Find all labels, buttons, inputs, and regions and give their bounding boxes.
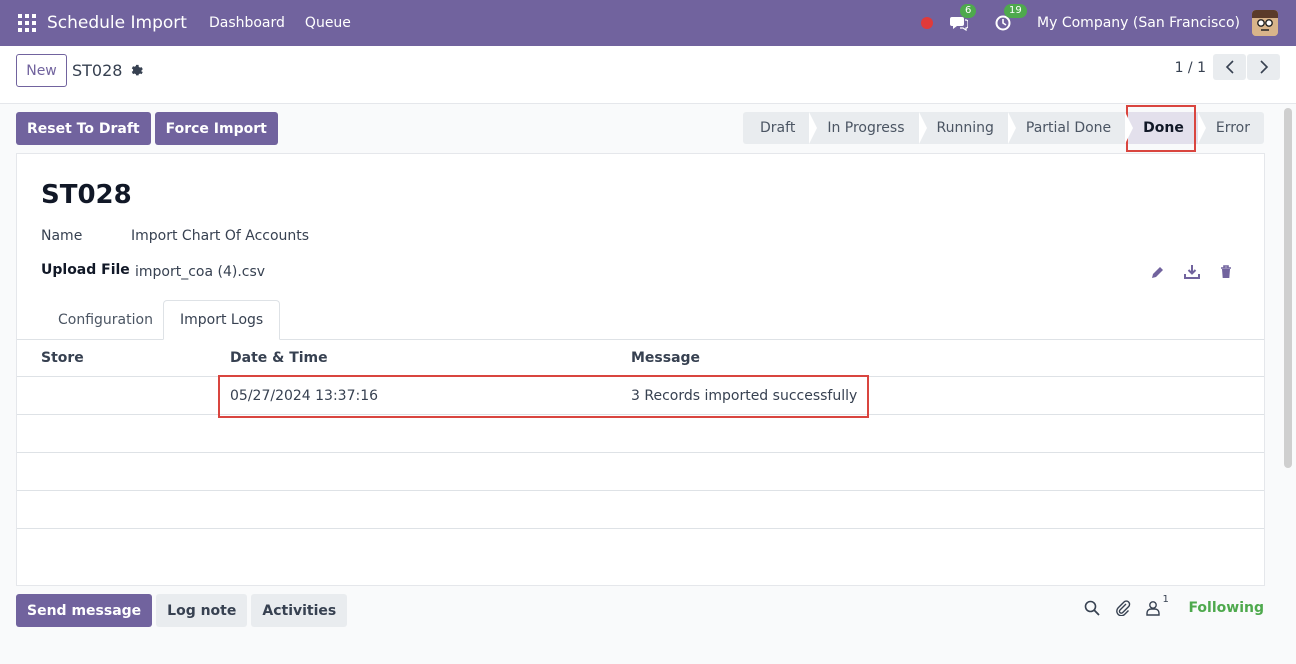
chatter-topbar: Send message Log note Activities (16, 594, 351, 627)
avatar-face-icon (1252, 10, 1278, 36)
log-note-button[interactable]: Log note (156, 594, 248, 627)
upload-file-name[interactable]: import_coa (4).csv (135, 264, 265, 280)
top-navbar: Schedule Import Dashboard Queue 6 19 My … (0, 0, 1296, 46)
followers-count: 1 (1162, 594, 1169, 605)
new-button[interactable]: New (16, 54, 67, 87)
menu-dashboard[interactable]: Dashboard (209, 15, 285, 31)
stage-draft[interactable]: Draft (743, 112, 818, 144)
page-scrollbar[interactable] (1284, 108, 1292, 468)
activities-badge: 19 (1004, 4, 1027, 18)
stage-in-progress[interactable]: In Progress (809, 112, 927, 144)
apps-grid-icon[interactable] (18, 14, 36, 32)
table-row-empty (17, 415, 1264, 453)
stage-partial-done[interactable]: Partial Done (1008, 112, 1134, 144)
activities-button[interactable]: 19 (993, 4, 1027, 33)
nav-menu: Dashboard Queue (209, 15, 371, 31)
column-message[interactable]: Message (631, 340, 700, 376)
download-icon[interactable] (1184, 264, 1200, 280)
breadcrumb-current: ST028 (72, 61, 123, 80)
import-logs-table: Store Date & Time Message 05/27/2024 13:… (17, 340, 1264, 529)
name-field[interactable]: Import Chart Of Accounts (131, 228, 309, 244)
table-row-empty (17, 453, 1264, 491)
record-indicator-icon[interactable] (921, 17, 934, 29)
file-actions (1132, 264, 1234, 280)
trash-icon[interactable] (1218, 264, 1234, 280)
gear-icon[interactable] (129, 64, 144, 78)
form-sheet: ST028 Name Import Chart Of Accounts Uplo… (16, 153, 1265, 586)
messages-badge: 6 (960, 4, 977, 18)
control-panel: New ST028 1 / 1 (0, 46, 1296, 104)
search-icon[interactable] (1084, 600, 1101, 616)
upload-file-label: Upload File (41, 262, 130, 278)
pager-previous-button[interactable] (1213, 54, 1246, 80)
activities-button-chatter[interactable]: Activities (251, 594, 348, 627)
chevron-left-icon (1225, 60, 1234, 74)
form-action-bar: Reset To Draft Force Import (16, 112, 282, 145)
paperclip-icon[interactable] (1115, 600, 1131, 617)
systray: 6 19 My Company (San Francisco) (921, 0, 1296, 46)
done-stage-highlight (1126, 105, 1196, 152)
pager-next-button[interactable] (1247, 54, 1280, 80)
followers-button[interactable]: 1 (1146, 594, 1170, 616)
messages-button[interactable]: 6 (949, 4, 977, 33)
column-date-time[interactable]: Date & Time (230, 340, 328, 376)
record-title: ST028 (41, 180, 132, 210)
stage-running[interactable]: Running (919, 112, 1017, 144)
company-switcher[interactable]: My Company (San Francisco) (1037, 15, 1240, 31)
tab-import-logs[interactable]: Import Logs (163, 300, 281, 340)
table-header: Store Date & Time Message (17, 340, 1264, 377)
breadcrumb: ST028 (72, 61, 144, 80)
name-label: Name (41, 228, 83, 244)
app-title[interactable]: Schedule Import (47, 13, 187, 33)
chatter-tools: 1 Following (1084, 594, 1264, 617)
log-row-highlight (218, 375, 869, 418)
following-button[interactable]: Following (1188, 600, 1264, 616)
tab-configuration[interactable]: Configuration (42, 300, 169, 340)
chevron-right-icon (1259, 60, 1268, 74)
menu-queue[interactable]: Queue (305, 15, 351, 31)
notebook-tabs: Configuration Import Logs (17, 300, 1264, 340)
table-row-empty (17, 491, 1264, 529)
stage-error[interactable]: Error (1198, 112, 1264, 144)
edit-pencil-icon[interactable] (1150, 264, 1166, 280)
user-icon (1146, 601, 1161, 616)
pager-value[interactable]: 1 / 1 (1175, 60, 1206, 76)
reset-to-draft-button[interactable]: Reset To Draft (16, 112, 151, 145)
send-message-button[interactable]: Send message (16, 594, 153, 627)
column-store[interactable]: Store (41, 340, 84, 376)
force-import-button[interactable]: Force Import (154, 112, 278, 145)
user-avatar[interactable] (1252, 10, 1278, 36)
